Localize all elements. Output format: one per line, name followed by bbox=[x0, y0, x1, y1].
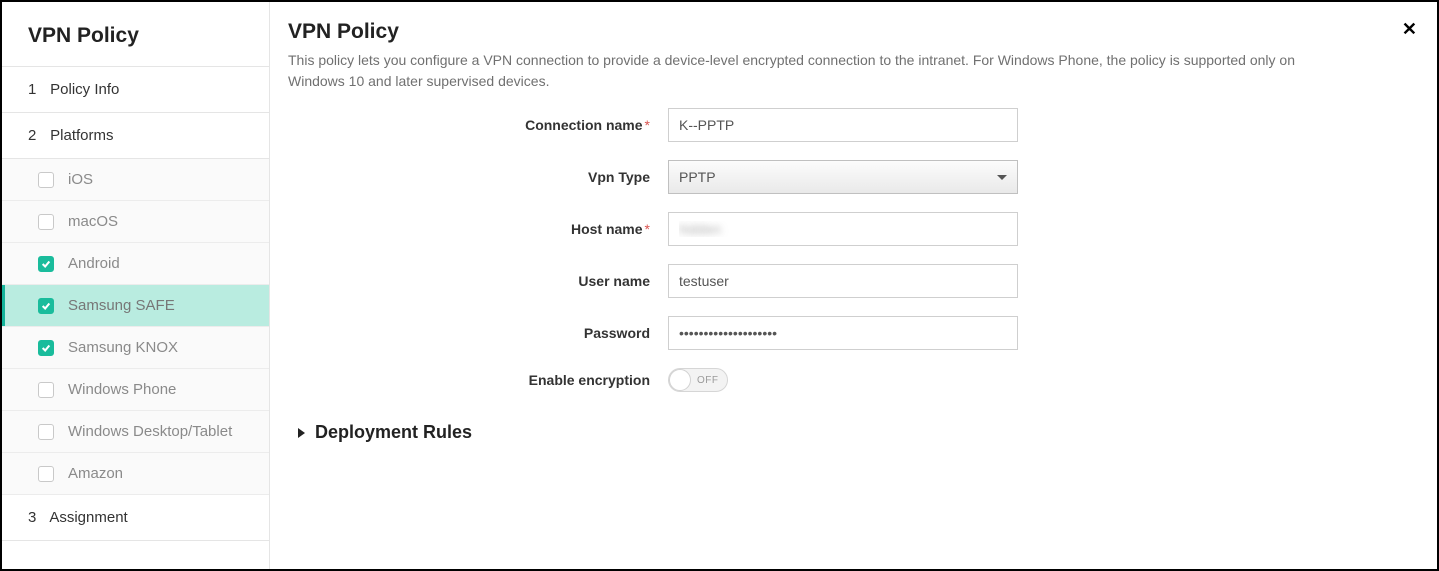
platform-label: Windows Desktop/Tablet bbox=[68, 423, 232, 440]
nav-step-platforms[interactable]: 2 Platforms bbox=[2, 113, 269, 159]
toggle-label: OFF bbox=[697, 375, 719, 386]
vpn-type-select[interactable]: PPTP bbox=[668, 160, 1018, 194]
row-host-name: Host name* bbox=[288, 212, 1409, 246]
vpn-type-value: PPTP bbox=[679, 169, 716, 185]
vpn-form: Connection name* Vpn Type PPTP Host name bbox=[288, 108, 1409, 392]
sidebar-title: VPN Policy bbox=[2, 2, 269, 67]
platform-item-samsung-knox[interactable]: Samsung KNOX bbox=[2, 327, 269, 369]
platform-item-macos[interactable]: macOS bbox=[2, 201, 269, 243]
checkbox-icon[interactable] bbox=[38, 256, 54, 272]
host-name-input[interactable] bbox=[668, 212, 1018, 246]
platform-item-windows-phone[interactable]: Windows Phone bbox=[2, 369, 269, 411]
step-label: Platforms bbox=[50, 127, 113, 144]
step-number: 3 bbox=[28, 509, 46, 526]
triangle-right-icon bbox=[298, 428, 305, 438]
page-description: This policy lets you configure a VPN con… bbox=[288, 50, 1348, 92]
main-panel: ✕ VPN Policy This policy lets you config… bbox=[270, 2, 1437, 569]
platform-item-android[interactable]: Android bbox=[2, 243, 269, 285]
checkbox-icon[interactable] bbox=[38, 466, 54, 482]
row-enable-encryption: Enable encryption OFF bbox=[288, 368, 1409, 392]
connection-name-input[interactable] bbox=[668, 108, 1018, 142]
label-user-name: User name bbox=[288, 273, 668, 289]
row-vpn-type: Vpn Type PPTP bbox=[288, 160, 1409, 194]
platform-label: Android bbox=[68, 255, 120, 272]
platform-item-ios[interactable]: iOS bbox=[2, 159, 269, 201]
row-connection-name: Connection name* bbox=[288, 108, 1409, 142]
user-name-input[interactable] bbox=[668, 264, 1018, 298]
row-user-name: User name bbox=[288, 264, 1409, 298]
deployment-rules-header[interactable]: Deployment Rules bbox=[288, 422, 1409, 443]
label-enable-encryption: Enable encryption bbox=[288, 372, 668, 388]
password-input[interactable] bbox=[668, 316, 1018, 350]
label-host-name: Host name* bbox=[288, 221, 668, 237]
sidebar: VPN Policy 1 Policy Info 2 Platforms iOS… bbox=[2, 2, 270, 569]
nav-step-assignment[interactable]: 3 Assignment bbox=[2, 495, 269, 541]
close-icon[interactable]: ✕ bbox=[1402, 20, 1417, 38]
step-label: Policy Info bbox=[50, 81, 119, 98]
label-vpn-type: Vpn Type bbox=[288, 169, 668, 185]
platform-label: Amazon bbox=[68, 465, 123, 482]
page-title: VPN Policy bbox=[288, 20, 1409, 44]
step-number: 2 bbox=[28, 127, 46, 144]
deployment-rules-title: Deployment Rules bbox=[315, 422, 472, 443]
checkbox-icon[interactable] bbox=[38, 382, 54, 398]
step-label: Assignment bbox=[49, 509, 127, 526]
platform-label: Samsung SAFE bbox=[68, 297, 175, 314]
platform-label: Samsung KNOX bbox=[68, 339, 178, 356]
platform-label: Windows Phone bbox=[68, 381, 176, 398]
platform-item-windows-desktop-tablet[interactable]: Windows Desktop/Tablet bbox=[2, 411, 269, 453]
toggle-knob bbox=[669, 369, 691, 391]
step-number: 1 bbox=[28, 81, 46, 98]
checkbox-icon[interactable] bbox=[38, 172, 54, 188]
checkbox-icon[interactable] bbox=[38, 424, 54, 440]
platform-label: iOS bbox=[68, 171, 93, 188]
caret-down-icon bbox=[997, 175, 1007, 180]
row-password: Password bbox=[288, 316, 1409, 350]
label-connection-name: Connection name* bbox=[288, 117, 668, 133]
checkbox-icon[interactable] bbox=[38, 214, 54, 230]
platform-item-samsung-safe[interactable]: Samsung SAFE bbox=[2, 285, 269, 327]
platform-label: macOS bbox=[68, 213, 118, 230]
platform-item-amazon[interactable]: Amazon bbox=[2, 453, 269, 495]
checkbox-icon[interactable] bbox=[38, 298, 54, 314]
enable-encryption-toggle[interactable]: OFF bbox=[668, 368, 728, 392]
checkbox-icon[interactable] bbox=[38, 340, 54, 356]
label-password: Password bbox=[288, 325, 668, 341]
nav-step-policy-info[interactable]: 1 Policy Info bbox=[2, 67, 269, 113]
